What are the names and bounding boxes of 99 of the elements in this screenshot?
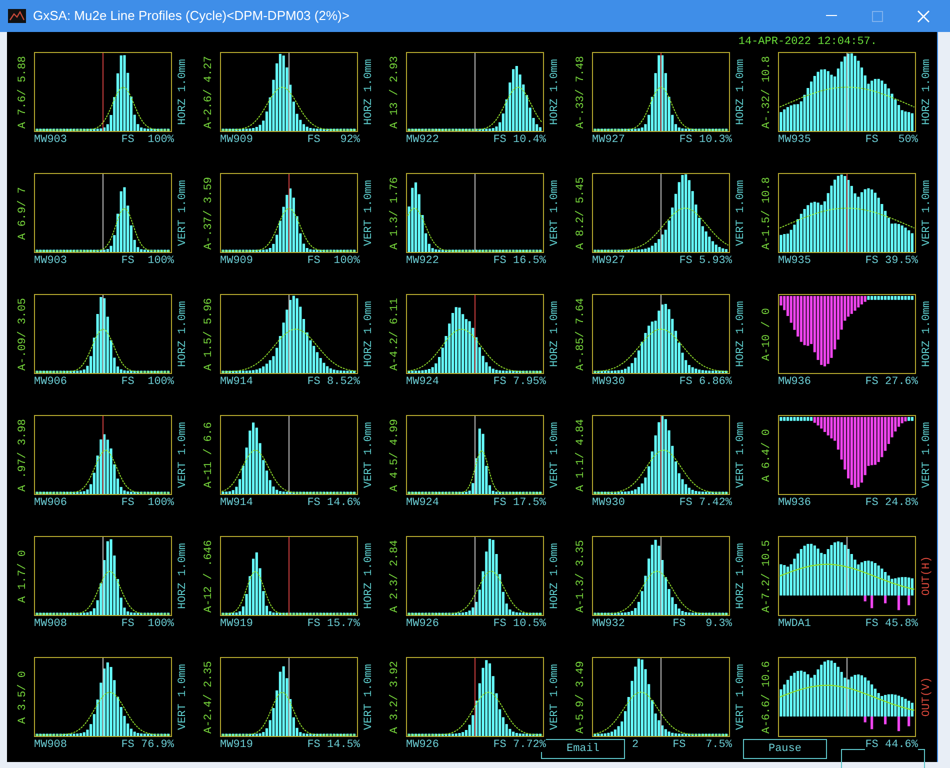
monitor-name: MW914 [220,375,254,389]
axis-label: VERT 1.0mm [548,664,562,730]
monitor-name: MW936 [778,375,812,389]
axis-label: VERT 1.0mm [548,422,562,488]
range-label: A-4.2/ 6.11 [388,298,402,370]
monitor-name: 2 [632,738,639,752]
range-label: A-7.2/ 10.5 [760,540,774,612]
axis-label: HORZ 1.0mm [176,58,190,125]
maximize-icon [872,10,882,22]
range-label: A 3.2/ 3.92 [388,660,402,734]
monitor-name: MW903 [34,133,68,147]
monitor-name: MW930 [592,496,626,510]
range-label: A 1.5/ 5.96 [202,298,216,370]
axis-label: HORZ 1.0mm [548,542,562,609]
monitor-name: MW926 [406,617,440,631]
monitor-name: MW919 [220,617,254,631]
range-label: A-2.4/ 2.35 [202,660,216,734]
pause-button[interactable]: Pause [743,739,827,759]
monitor-name: MW914 [220,496,254,510]
monitor-name: MW932 [592,617,626,631]
monitor-name: MW924 [406,375,440,389]
axis-label: HORZ 1.0mm [362,300,376,367]
range-label: A-.33/ 7.48 [574,56,588,128]
monitor-name: MW926 [406,738,440,752]
axis-label: VERT 1.0mm [362,180,376,246]
range-label: A 1.1/ 4.84 [574,418,588,492]
monitor-name: MW903 [34,254,68,268]
range-label: A-.37/ 3.59 [202,176,216,250]
range-label: A 6.9/ 7 [16,186,30,240]
range-label: A .97/ 3.98 [16,418,30,492]
monitor-name: MW909 [220,254,254,268]
axis-label: OUT(H) [920,556,934,596]
monitor-name: MW906 [34,496,68,510]
monitor-name: MW927 [592,254,626,268]
range-label: A 1.7/ 0 [16,550,30,602]
axis-label: HORZ 1.0mm [734,300,748,367]
close-icon [916,10,930,22]
range-label: A 13 / 2.93 [388,56,402,128]
range-label: A-1.3/ 3.35 [574,540,588,612]
axis-label: VERT 1.0mm [734,422,748,488]
range-label: A-.32/ 10.8 [760,56,774,128]
outline-button[interactable] [841,749,925,768]
range-label: A 1.3/ 1.76 [388,176,402,250]
monitor-name: MW927 [592,133,626,147]
monitor-name: MWDA1 [778,617,812,631]
range-label: A-5.9/ 3.49 [574,660,588,734]
range-label: A-.09/ 3.05 [16,298,30,370]
range-label: A-10 / 0 [760,308,774,360]
axis-label: VERT 1.0mm [548,180,562,246]
axis-label: VERT 1.0mm [734,664,748,730]
axis-label: VERT 1.0mm [176,422,190,488]
range-label: A 4.5/ 4.99 [388,418,402,492]
axis-label: HORZ 1.0mm [734,542,748,609]
axis-label: VERT 1.0mm [176,180,190,246]
axis-label: VERT 1.0mm [734,180,748,246]
window-title: GxSA: Mu2e Line Profiles (Cycle)<DPM-DPM03 (2%)> [33,7,350,26]
axis-label: VERT 1.0mm [920,422,934,488]
monitor-name: MW930 [592,375,626,389]
axis-label: HORZ 1.0mm [176,300,190,367]
minimize-icon [826,15,836,17]
axis-label: HORZ 1.0mm [920,58,934,125]
scale-label: FS 44.6% [865,738,918,752]
app-icon [8,9,26,23]
range-label: A 8.2/ 5.45 [574,176,588,250]
scale-label: FS 7.72% [493,738,546,752]
axis-label: HORZ 1.0mm [920,300,934,367]
axis-label: VERT 1.0mm [920,180,934,246]
monitor-name: MW908 [34,617,68,631]
axis-label: VERT 1.0mm [176,664,190,730]
axis-label: HORZ 1.0mm [548,58,562,125]
monitor-name: MW924 [406,496,440,510]
axis-label: HORZ 1.0mm [548,300,562,367]
axis-label: OUT(V) [920,677,934,717]
monitor-name: MW936 [778,496,812,510]
timestamp: 14-APR-2022 12:04:57. [738,34,877,50]
range-label: A 2.3/ 2.84 [388,540,402,612]
monitor-name: MW935 [778,254,812,268]
axis-label: HORZ 1.0mm [362,542,376,609]
monitor-name: MW922 [406,133,440,147]
monitor-name: MW906 [34,375,68,389]
range-label: A-11 / 6.6 [202,422,216,488]
range-label: A-.85/ 7.64 [574,298,588,370]
range-label: A-1.5/ 10.8 [760,176,774,250]
axis-label: HORZ 1.0mm [362,58,376,125]
monitor-name: MW935 [778,133,812,147]
range-label: A-6.6/ 10.6 [760,660,774,734]
range-label: A 6.4/ 0 [760,428,774,482]
monitor-name: MW909 [220,133,254,147]
range-label: A-2.6/ 4.27 [202,56,216,128]
monitor-name: MW922 [406,254,440,268]
axis-label: HORZ 1.0mm [176,542,190,609]
range-label: A 3.5/ 0 [16,670,30,724]
monitor-name: MW919 [220,738,254,752]
axis-label: VERT 1.0mm [362,422,376,488]
range-label: A-12 / .646 [202,540,216,612]
monitor-name: MW908 [34,738,68,752]
axis-label: VERT 1.0mm [362,664,376,730]
axis-label: HORZ 1.0mm [734,58,748,125]
range-label: A 7.6/ 5.88 [16,56,30,128]
